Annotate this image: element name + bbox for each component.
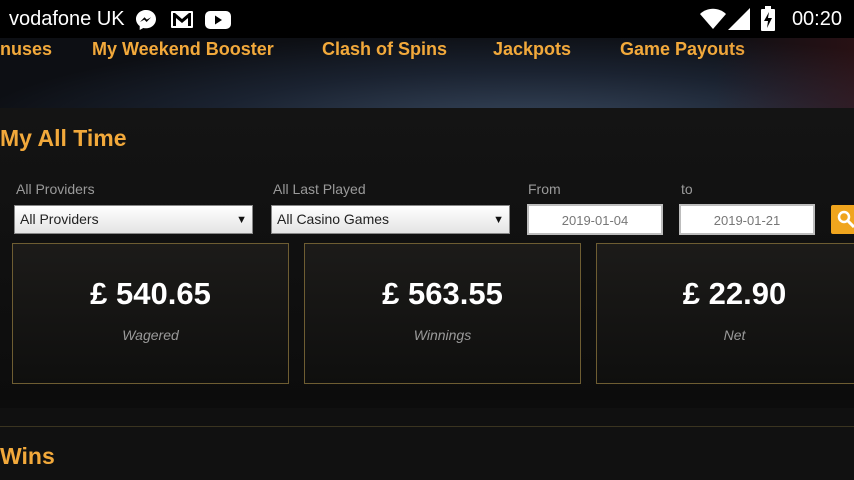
from-date-input[interactable]: 2019-01-04	[527, 204, 663, 235]
search-button[interactable]	[831, 205, 854, 234]
youtube-icon	[205, 11, 231, 34]
last-played-select-value: All Casino Games	[277, 211, 390, 227]
tab-bonuses[interactable]: nuses	[0, 39, 52, 60]
providers-select-value: All Providers	[20, 211, 99, 227]
section-title: My All Time	[0, 125, 127, 151]
search-icon	[837, 210, 854, 233]
wagered-caption: Wagered	[122, 327, 179, 343]
providers-label: All Providers	[16, 181, 95, 197]
status-bar: vodafone UK 00:20	[0, 0, 854, 38]
wagered-card: £ 540.65 Wagered	[12, 243, 289, 384]
tab-game-payouts[interactable]: Game Payouts	[620, 39, 745, 60]
wagered-amount: £ 540.65	[90, 276, 211, 311]
dropdown-arrow-icon: ▼	[493, 214, 504, 226]
battery-icon	[760, 6, 776, 37]
from-label: From	[528, 181, 561, 197]
promo-nav-bar: nuses My Weekend Booster Clash of Spins …	[0, 38, 854, 109]
winnings-card: £ 563.55 Winnings	[304, 243, 581, 384]
providers-select[interactable]: All Providers ▼	[14, 205, 253, 234]
last-played-select[interactable]: All Casino Games ▼	[271, 205, 510, 234]
wins-panel	[0, 427, 854, 480]
dropdown-arrow-icon: ▼	[236, 214, 247, 226]
to-date-input[interactable]: 2019-01-21	[679, 204, 815, 235]
net-card: £ 22.90 Net	[596, 243, 854, 384]
carrier-label: vodafone UK	[9, 8, 125, 30]
signal-icon	[728, 8, 750, 35]
messenger-icon	[135, 9, 157, 36]
to-label: to	[681, 181, 693, 197]
gmail-icon	[171, 11, 193, 33]
winnings-amount: £ 563.55	[382, 276, 503, 311]
last-played-label: All Last Played	[273, 181, 366, 197]
wifi-icon	[700, 8, 726, 35]
tab-clash-of-spins[interactable]: Clash of Spins	[322, 39, 447, 60]
wins-title: Wins	[0, 443, 55, 469]
winnings-caption: Winnings	[413, 327, 472, 343]
tab-jackpots[interactable]: Jackpots	[493, 39, 571, 60]
net-amount: £ 22.90	[682, 276, 787, 311]
net-caption: Net	[723, 327, 746, 343]
tab-my-weekend-booster[interactable]: My Weekend Booster	[92, 39, 274, 60]
clock: 00:20	[791, 8, 842, 30]
